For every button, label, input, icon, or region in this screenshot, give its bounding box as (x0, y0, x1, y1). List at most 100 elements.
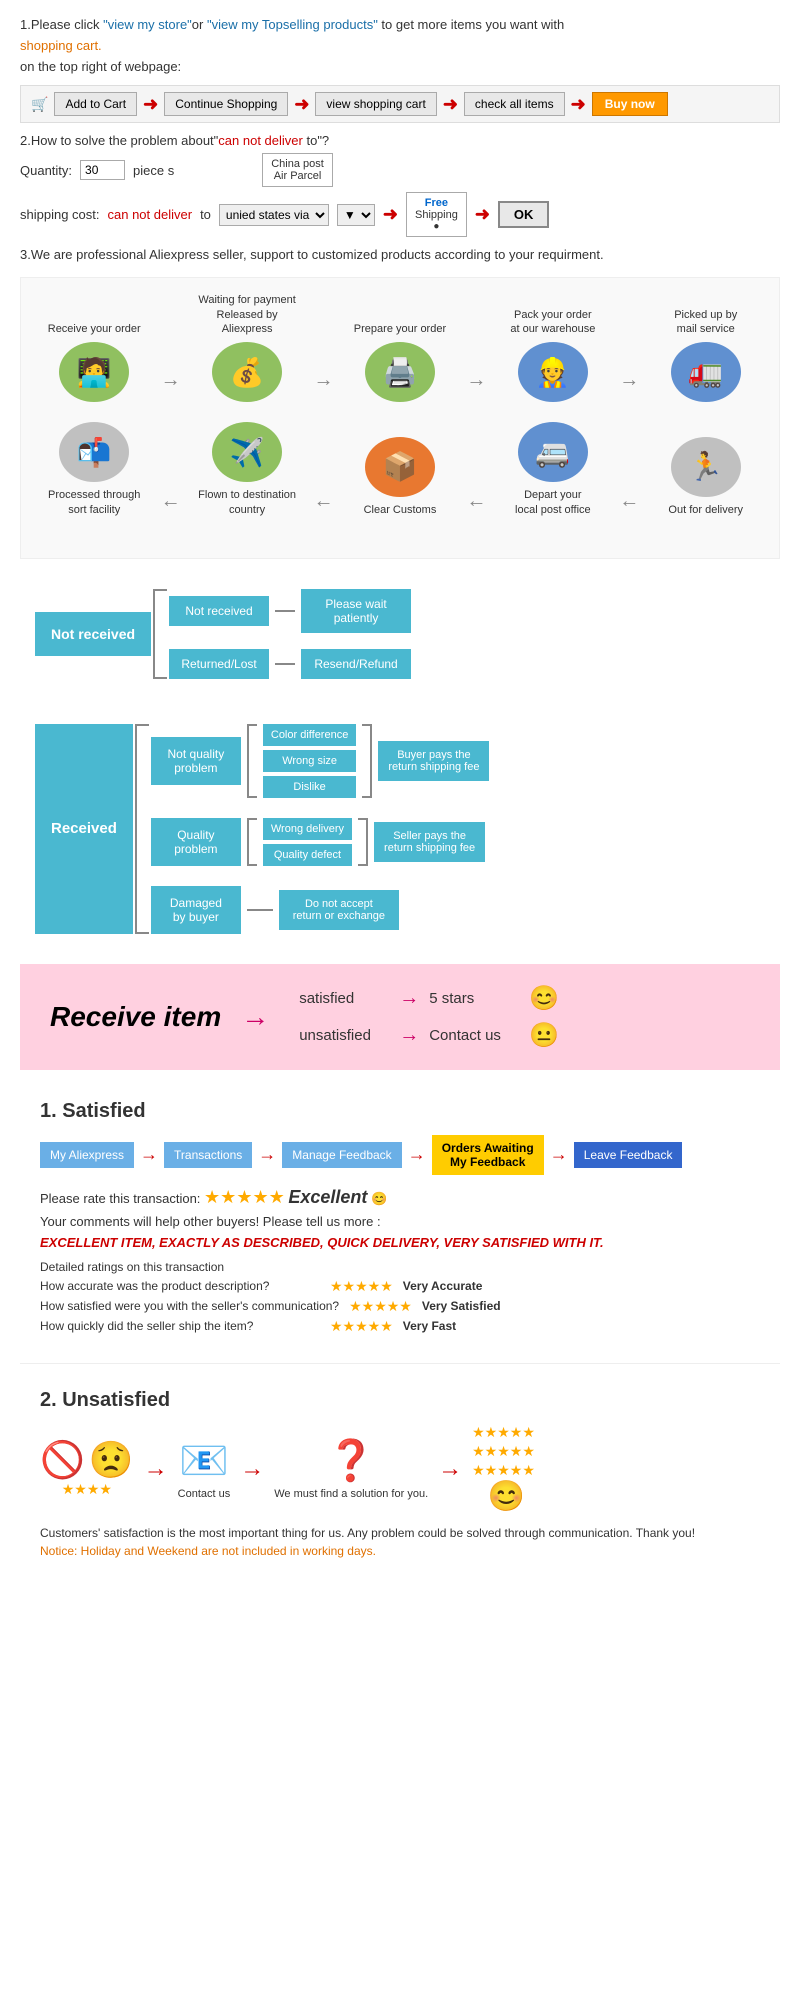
flow-item-9: ✈️ Flown to destinationcountry (197, 422, 297, 523)
shopping-cart-text: shopping cart. (20, 36, 780, 57)
unsatisfied-row: unsatisfied → Contact us 😐 (299, 1021, 559, 1050)
via-select[interactable]: unied states via (219, 204, 329, 226)
arrow4: ➜ (571, 94, 586, 115)
not-received-result2: Resend/Refund (301, 649, 411, 679)
rating1-label: How accurate was the product description… (40, 1279, 320, 1293)
free-shipping-box: Free Shipping ● (406, 192, 467, 237)
rating1-result: Very Accurate (403, 1279, 483, 1293)
cart-bar: 🛒 Add to Cart ➜ Continue Shopping ➜ view… (20, 85, 780, 123)
receive-arrow: → (241, 1001, 269, 1033)
shipping-label: shipping cost: (20, 207, 100, 222)
arrow1: ➜ (143, 94, 158, 115)
rating2-label: How satisfied were you with the seller's… (40, 1299, 339, 1313)
flow-icon-6: 🏃 (671, 437, 741, 497)
unsatisfied-title: 2. Unsatisfied (40, 1389, 760, 1412)
flow-row1: Receive your order 🧑‍💻 → Waiting for pay… (36, 293, 764, 402)
flow-label-10: Processed throughsort facility (48, 488, 140, 517)
example-review: EXCELLENT ITEM, EXACTLY AS DESCRIBED, QU… (40, 1235, 760, 1250)
rating-row-1: How accurate was the product description… (40, 1278, 760, 1295)
q-bracket (247, 818, 257, 866)
notice-text: Customers' satisfaction is the most impo… (40, 1526, 760, 1540)
question-icon: ❓ (326, 1437, 376, 1484)
received-root: Received (35, 724, 133, 934)
flow-icon-1: 🧑‍💻 (59, 342, 129, 402)
arrow-ok: ➜ (475, 204, 490, 225)
unsatisfied-section: 2. Unsatisfied 🚫 😟 ★★★★ → 📧 Contact us → (20, 1374, 780, 1573)
flow-row2: 🏃 Out for delivery ← 🚐 Depart yourlocal … (36, 422, 764, 523)
fb-arrow1: → (140, 1144, 158, 1165)
quantity-input[interactable] (80, 160, 125, 180)
damaged-node: Damagedby buyer (151, 886, 241, 934)
line2 (275, 663, 295, 665)
d-line (247, 909, 273, 911)
satisfied-title: 1. Satisfied (40, 1100, 760, 1123)
contact-us-label: Contact us (178, 1488, 231, 1500)
shipping-row: shipping cost: can not deliver to unied … (20, 192, 780, 237)
arrow-shipping: ➜ (383, 204, 398, 225)
buyer-pays: Buyer pays thereturn shipping fee (378, 741, 489, 781)
check-all-items-button[interactable]: check all items (464, 92, 565, 116)
nq-result3: Dislike (263, 776, 356, 798)
flow-icon-4: 👷 (518, 342, 588, 402)
flow-label-2: Waiting for paymentReleased by Aliexpres… (197, 293, 297, 336)
damaged-row: Damagedby buyer Do not acceptreturn or e… (151, 886, 490, 934)
ok-button[interactable]: OK (498, 201, 550, 228)
received-bracket (135, 724, 149, 934)
flow-item-3: Prepare your order 🖨️ (350, 322, 450, 402)
email-icon-box: 📧 Contact us (178, 1437, 231, 1500)
flow-item-4: Pack your orderat our warehouse 👷 (503, 308, 603, 403)
flow-arrow-7: ← (314, 490, 334, 523)
flow-icon-5: 🚛 (671, 342, 741, 402)
received-tree: Received Not qualityproblem Color differ… (35, 724, 765, 934)
china-post-line1: China post (271, 158, 324, 170)
flow-item-1: Receive your order 🧑‍💻 (44, 322, 144, 402)
orders-awaiting-button[interactable]: Orders AwaitingMy Feedback (432, 1135, 544, 1175)
buy-now-button[interactable]: Buy now (592, 92, 668, 116)
not-received-bracket (153, 589, 167, 679)
shipping-text: Shipping (415, 209, 458, 221)
flow-arrow-2: → (314, 369, 334, 402)
flow-label-6: Out for delivery (668, 503, 743, 517)
leave-feedback-button[interactable]: Leave Feedback (574, 1142, 683, 1168)
section3: 3.We are professional Aliexpress seller,… (20, 247, 780, 262)
rate-text: Please rate this transaction: ★★★★★ Exce… (40, 1187, 760, 1208)
seller-pays: Seller pays thereturn shipping fee (374, 822, 485, 862)
arrow3: ➜ (443, 94, 458, 115)
fb-arrow2: → (258, 1144, 276, 1165)
rating1-stars: ★★★★★ (330, 1278, 393, 1295)
view-shopping-cart-button[interactable]: view shopping cart (315, 92, 436, 116)
continue-shopping-button[interactable]: Continue Shopping (164, 92, 288, 116)
not-quality-node: Not qualityproblem (151, 737, 241, 785)
unsat-arrow3: → (438, 1455, 462, 1483)
rating3-stars: ★★★★★ (330, 1318, 393, 1335)
view-store-link[interactable]: "view my store" (103, 17, 192, 32)
stars-smiley-box: ★★★★★ ★★★★★ ★★★★★ 😊 (472, 1424, 535, 1514)
rating3-result: Very Fast (403, 1319, 456, 1333)
receive-item-section: Receive item → satisfied → 5 stars 😊 uns… (20, 964, 780, 1070)
quantity-row: Quantity: piece s China post Air Parcel (20, 153, 780, 187)
not-received-node2: Returned/Lost (169, 649, 269, 679)
not-received-node1: Not received (169, 596, 269, 626)
not-received-branch1-row: Not received Please waitpatiently (169, 589, 411, 633)
fb-arrow4: → (550, 1144, 568, 1165)
add-to-cart-button[interactable]: Add to Cart (54, 92, 137, 116)
section3-text: 3.We are professional Aliexpress seller,… (20, 247, 780, 262)
q-result1: Wrong delivery (263, 818, 352, 840)
transactions-button[interactable]: Transactions (164, 1142, 252, 1168)
flow-icon-7: 🚐 (518, 422, 588, 482)
flow-label-9: Flown to destinationcountry (198, 488, 296, 517)
flow-section: Receive your order 🧑‍💻 → Waiting for pay… (20, 277, 780, 558)
quality-row: Qualityproblem Wrong delivery Quality de… (151, 818, 490, 866)
unsat-arrow2: → (240, 1455, 264, 1483)
nq-result1: Color difference (263, 724, 356, 746)
satisfied-section: 1. Satisfied My Aliexpress → Transaction… (20, 1085, 780, 1353)
view-topselling-link[interactable]: "view my Topselling products" (207, 17, 378, 32)
happy-face-icon: 😊 (488, 1479, 525, 1514)
manage-feedback-button[interactable]: Manage Feedback (282, 1142, 401, 1168)
section1: 1.Please click "view my store"or "view m… (20, 15, 780, 123)
my-aliexpress-button[interactable]: My Aliexpress (40, 1142, 134, 1168)
no-sign-icon: 🚫 (40, 1439, 85, 1481)
via-select2[interactable]: ▼ (337, 204, 375, 226)
nq-results: Color difference Wrong size Dislike (263, 724, 356, 798)
flow-icon-2: 💰 (212, 342, 282, 402)
